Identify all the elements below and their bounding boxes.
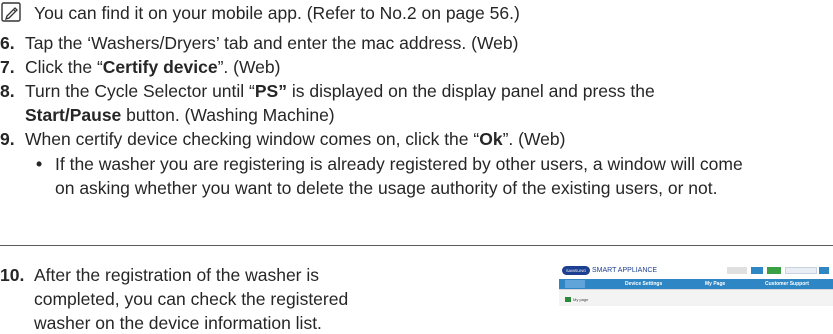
- step-7: 7. Click the “Certify device”. (Web): [0, 56, 833, 78]
- step-text: Click the “Certify device”. (Web): [25, 56, 280, 78]
- bullet-text-line2: on asking whether you want to delete the…: [55, 178, 718, 198]
- note-text: You can find it on your mobile app. (Ref…: [34, 3, 520, 23]
- step-text-post: ”. (Web): [217, 57, 281, 77]
- step-text-post: ”. (Web): [502, 129, 566, 149]
- step-number: 7.: [0, 57, 15, 77]
- mypage-icon: [565, 297, 571, 302]
- screenshot-header: SAMSUNG SMART APPLIANCE: [559, 263, 833, 278]
- screenshot-title: SMART APPLIANCE: [592, 267, 658, 274]
- bullet-mark: •: [36, 154, 43, 174]
- step-text-bold: PS”: [254, 81, 287, 101]
- note: You can find it on your mobile app. (Ref…: [0, 0, 833, 26]
- screenshot-header-links: [727, 267, 831, 274]
- step-text-line2: completed, you can check the registered: [34, 289, 349, 309]
- bullet-text-line1: If the washer you are registering is alr…: [55, 154, 743, 174]
- step-text: Tap the ‘Washers/Dryers’ tab and enter t…: [25, 33, 519, 53]
- step-number: 10.: [0, 265, 25, 285]
- step-text-post: is displayed on the display panel and pr…: [286, 81, 655, 101]
- step-text-pre: When certify device checking window come…: [25, 129, 480, 149]
- step-text-bold: Start/Pause: [25, 105, 122, 125]
- screenshot-nav-item: My Page: [705, 281, 726, 287]
- step-number: 6.: [0, 33, 15, 53]
- step-text-bold: Ok: [479, 129, 503, 149]
- screenshot-nav: Device Settings My Page Customer Support: [559, 279, 833, 289]
- step-9: 9. When certify device checking window c…: [0, 128, 833, 150]
- step-text-line3: washer on the device information list.: [34, 313, 322, 333]
- screenshot-nav-item: Device Settings: [625, 281, 663, 287]
- step-6: 6. Tap the ‘Washers/Dryers’ tab and ente…: [0, 32, 833, 54]
- step-text-pre: Click the “: [25, 57, 103, 77]
- step-10: 10. After the registration of the washer…: [0, 264, 540, 333]
- step-number: 8.: [0, 81, 15, 101]
- note-pencil-icon: [1, 2, 21, 22]
- step-text: Turn the Cycle Selector until “PS” is di…: [25, 80, 655, 102]
- screenshot-logo: SAMSUNG: [562, 266, 590, 275]
- step-text-bold: Certify device: [102, 57, 218, 77]
- screenshot-body: My page: [559, 289, 833, 306]
- section-divider: [0, 245, 833, 246]
- step-text-post: button. (Washing Machine): [121, 105, 335, 125]
- step-9-bullet: • If the washer you are registering is a…: [0, 153, 833, 201]
- step-text-line2: Start/Pause button. (Washing Machine): [25, 104, 335, 126]
- step-number: 9.: [0, 129, 15, 149]
- screenshot-nav-item: Customer Support: [765, 281, 809, 287]
- step-text-pre: Turn the Cycle Selector until “: [25, 81, 255, 101]
- step-text-line1: After the registration of the washer is: [34, 265, 319, 285]
- step-text: When certify device checking window come…: [25, 128, 565, 150]
- step-8: 8. Turn the Cycle Selector until “PS” is…: [0, 80, 833, 126]
- app-screenshot: SAMSUNG SMART APPLIANCE Device Settings …: [559, 263, 833, 306]
- screenshot-mypage-label: My page: [573, 297, 589, 302]
